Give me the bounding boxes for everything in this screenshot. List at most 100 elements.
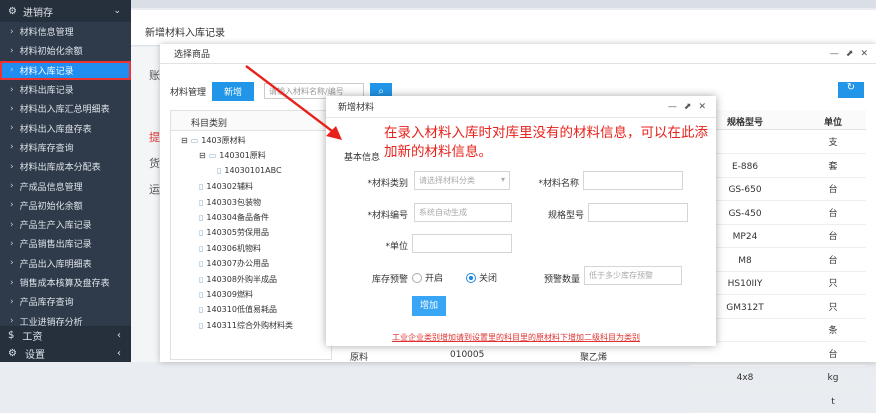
sidebar-item-label: 产品生产入库记录: [19, 221, 92, 232]
submit-add-button[interactable]: 增加: [412, 296, 446, 316]
code-label: *材料编号: [367, 211, 408, 221]
sidebar-item[interactable]: › 材料出库成本分配表: [0, 157, 131, 176]
tree-node[interactable]: ▯ 140306机物料: [199, 243, 261, 254]
sidebar-item[interactable]: › 材料库存查询: [0, 138, 131, 157]
tree-node-label: 140310低值易耗品: [206, 305, 277, 315]
sidebar-item-label: 材料出库记录: [19, 86, 74, 97]
tree-node[interactable]: ▯ 140305劳保用品: [199, 227, 269, 238]
unit-input[interactable]: [412, 234, 512, 253]
tree-node[interactable]: ⊟ ▭ 140301原料: [199, 150, 266, 161]
file-icon: ▯: [199, 182, 204, 192]
minimize-icon[interactable]: —: [668, 102, 677, 112]
table-cell: t: [800, 391, 866, 413]
file-icon: ▯: [199, 305, 204, 315]
tab-bar: [131, 0, 876, 8]
sidebar-item-label: 产成品信息管理: [19, 182, 83, 193]
chevron-right-icon: ›: [10, 103, 14, 114]
file-icon: ▯: [199, 274, 204, 284]
table-cell: 原料: [350, 353, 369, 363]
annotation-arrow: [245, 65, 342, 140]
tree-node[interactable]: ▯ 140303包装物: [199, 197, 261, 208]
table-cell: 只: [800, 297, 866, 319]
close-icon[interactable]: ✕: [698, 102, 706, 112]
sidebar-item[interactable]: › 产品生产入库记录: [0, 215, 131, 234]
refresh-icon: ↻: [846, 82, 856, 93]
expand-icon: ⊟: [199, 151, 206, 161]
gear-icon: ⚙: [8, 347, 17, 359]
sidebar-item[interactable]: › 产品库存查询: [0, 292, 131, 311]
sidebar-item[interactable]: › 材料出入库汇总明细表: [0, 99, 131, 118]
tree-node-label: 140301原料: [219, 151, 266, 161]
table-cell: kg: [800, 367, 866, 389]
tree-node[interactable]: ▯ 140307办公用品: [199, 258, 269, 269]
file-icon: ▯: [199, 228, 204, 238]
warning-off-radio[interactable]: 关闭: [466, 271, 497, 284]
tree-node[interactable]: ▯ 140311综合外购材料类: [199, 320, 293, 331]
tree-node-label: 140305劳保用品: [206, 228, 269, 238]
section-title: 基本信息: [344, 153, 381, 163]
tree-node[interactable]: ▯ 14030101ABC: [217, 166, 282, 175]
chevron-right-icon: ›: [10, 181, 14, 192]
name-input[interactable]: [583, 171, 683, 190]
sidebar-item[interactable]: › 材料出库记录: [0, 80, 131, 99]
sidebar-item[interactable]: › 产品销售出库记录: [0, 234, 131, 253]
sidebar-item-label: 材料出入库汇总明细表: [19, 105, 110, 116]
table-cell: 台: [800, 203, 866, 225]
sidebar-item[interactable]: › 材料入库记录: [0, 60, 131, 80]
search-icon: ⌕: [378, 85, 384, 97]
sidebar-item[interactable]: › 产品初始化余额: [0, 196, 131, 215]
refresh-button[interactable]: ↻: [838, 82, 864, 98]
close-icon[interactable]: ✕: [860, 49, 868, 59]
sidebar-item-label: 产品库存查询: [19, 298, 74, 309]
tree-node-label: 140303包装物: [206, 197, 261, 207]
minimize-icon[interactable]: —: [830, 49, 839, 59]
maximize-icon[interactable]: ⬈: [846, 49, 854, 59]
sidebar-item[interactable]: › 产品出入库明细表: [0, 254, 131, 273]
warning-on-radio[interactable]: 开启: [412, 271, 443, 284]
name-label: *材料名称: [538, 179, 579, 189]
sidebar-item[interactable]: › 材料出入库盘存表: [0, 118, 131, 137]
sidebar-item-label: 材料出库成本分配表: [19, 163, 101, 174]
tree-node[interactable]: ▯ 140310低值易耗品: [199, 304, 277, 315]
tree-node[interactable]: ▯ 140308外购半成品: [199, 274, 277, 285]
tree-node[interactable]: ▯ 140309燃料: [199, 289, 253, 300]
category-hint-link[interactable]: 工业企业类别增加请到设置里的科目里的原材料下增加二级科目为类别: [392, 332, 640, 343]
sidebar-item[interactable]: › 销售成本核算及盘存表: [0, 273, 131, 292]
tree-node[interactable]: ⊟ ▭ 1403原材料: [181, 135, 246, 146]
tree-node[interactable]: ▯ 140304备品备件: [199, 212, 269, 223]
sidebar-item[interactable]: › 产成品信息管理: [0, 176, 131, 195]
annotation-text: 在录入材料入库时对库里没有的材料信息，可以在此添加新的材料信息。: [384, 125, 708, 160]
file-icon: ▯: [199, 243, 204, 253]
chevron-right-icon: ›: [10, 26, 14, 37]
spec-input[interactable]: [588, 203, 688, 222]
table-cell: 聚乙烯: [580, 353, 608, 363]
sidebar-section-label: 进销存: [22, 7, 53, 19]
sidebar-footer-settings[interactable]: ⚙ 设置 ‹: [0, 344, 131, 362]
table-cell: 套: [800, 156, 866, 178]
code-input[interactable]: 系统自动生成: [414, 203, 512, 222]
category-select[interactable]: 请选择材料分类 ▾: [414, 171, 510, 190]
table-cell: 条: [800, 320, 866, 342]
warning-qty-label: 预警数量: [543, 275, 580, 285]
unit-label: *单位: [385, 242, 408, 252]
dollar-icon: $: [8, 329, 15, 341]
chevron-down-icon: ⌄: [113, 6, 121, 16]
sidebar-item[interactable]: › 材料信息管理: [0, 22, 131, 41]
tree-node-label: 1403原材料: [201, 136, 246, 145]
table-cell: [690, 391, 800, 413]
sidebar-item-label: 产品出入库明细表: [19, 259, 92, 270]
file-icon: ▯: [199, 290, 204, 299]
chevron-right-icon: ›: [10, 142, 14, 153]
sidebar-section-inventory[interactable]: ⚙ 进销存 ⌄: [0, 0, 131, 22]
page-title: 新增材料入库记录: [131, 10, 876, 46]
tree-node[interactable]: ▯ 140302辅料: [199, 181, 253, 192]
bg-label: 账: [149, 69, 160, 82]
sidebar-footer-salary[interactable]: $ 工资 ‹: [0, 326, 131, 344]
sidebar-item[interactable]: › 材料初始化余额: [0, 41, 131, 60]
file-icon: ▯: [199, 320, 204, 330]
tree-node-label: 140308外购半成品: [206, 274, 277, 284]
column-header: 单位: [800, 110, 866, 130]
maximize-icon[interactable]: ⬈: [684, 102, 692, 112]
chevron-right-icon: ›: [10, 219, 14, 230]
warning-qty-input[interactable]: 低于多少库存预警: [584, 266, 682, 285]
